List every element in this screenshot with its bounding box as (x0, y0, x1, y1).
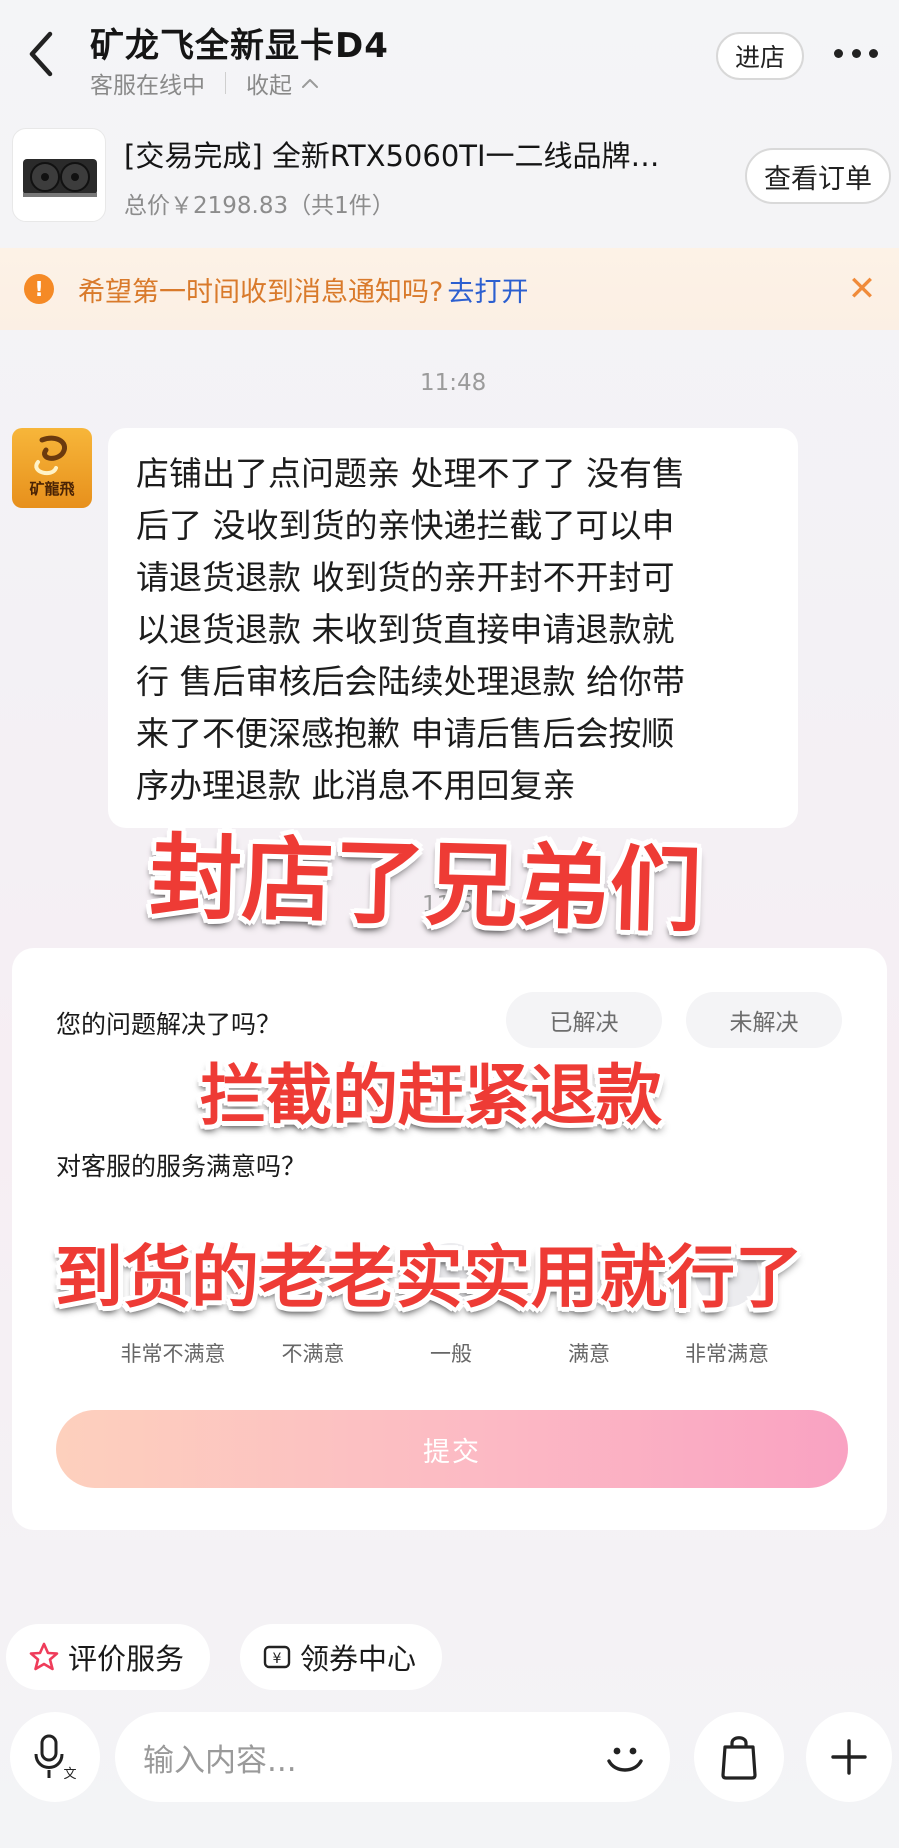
message-line: 行 售后审核后会陆续处理退款 给你带 (136, 662, 685, 701)
smiley-icon (607, 1747, 643, 1772)
more-icon[interactable] (834, 46, 878, 60)
unresolved-button[interactable]: 未解决 (686, 992, 842, 1048)
coupon-icon: ¥ (263, 1645, 291, 1669)
service-status: 客服在线中 (90, 73, 205, 99)
order-price: 总价￥2198.83（共1件） (124, 193, 395, 219)
shop-avatar[interactable]: 矿龍飛 (12, 428, 92, 508)
message-time: 11:48 (420, 370, 487, 396)
resolved-button[interactable]: 已解决 (506, 992, 662, 1048)
message-line: 店铺出了点问题亲 处理不了了 没有售 (136, 454, 685, 493)
message-line: 后了 没收到货的亲快递拦截了可以申 (136, 506, 675, 545)
notice-text: 希望第一时间收到消息通知吗? 去打开 (78, 270, 528, 309)
star-icon (29, 1642, 59, 1671)
question-satisfaction: 对客服的服务满意吗？ (56, 1152, 307, 1181)
close-icon[interactable]: ✕ (843, 270, 881, 308)
review-service-label: 评价服务 (68, 1642, 185, 1676)
input-placeholder: 输入内容... (143, 1742, 297, 1779)
gpu-image-icon (23, 159, 97, 197)
dragon-logo-icon: 矿龍飛 (29, 435, 75, 498)
review-service-chip[interactable]: 评价服务 (6, 1624, 211, 1690)
svg-text:文: 文 (63, 1767, 76, 1782)
enable-notifications-link[interactable]: 去打开 (447, 277, 528, 308)
svg-text:¥: ¥ (273, 1651, 282, 1667)
product-thumbnail[interactable] (12, 128, 106, 222)
order-title[interactable]: [交易完成] 全新RTX5060TI一二线品牌… (124, 133, 714, 175)
rating-label: 非常不满意 (120, 1342, 226, 1366)
microphone-icon: 文 (34, 1734, 77, 1782)
back-arrow-icon (29, 31, 53, 77)
shop-title: 矿龙飞全新显卡D4 (90, 26, 389, 66)
voice-input-button[interactable]: 文 (10, 1712, 100, 1802)
rating-label: 不满意 (281, 1342, 345, 1366)
question-resolved: 您的问题解决了吗？ (56, 1010, 282, 1039)
overlay-caption-1: 封店了兄弟们 (148, 823, 704, 946)
coupon-center-chip[interactable]: ¥ 领券中心 (240, 1624, 443, 1690)
notice-message: 希望第一时间收到消息通知吗? (78, 276, 444, 308)
warning-icon: ! (24, 274, 54, 304)
message-bubble: 店铺出了点问题亲 处理不了了 没有售 后了 没收到货的亲快递拦截了可以申 请退货… (108, 428, 798, 828)
overlay-caption-2: 拦截的赶紧退款 (200, 1057, 662, 1134)
collapse-label: 收起 (246, 73, 292, 99)
avatar-label: 矿龍飛 (29, 480, 74, 498)
message-line: 请退货退款 收到货的亲开封不开封可 (136, 558, 675, 597)
overlay-caption-3: 到货的老老实实用就行了 (55, 1239, 804, 1318)
plus-icon (831, 1739, 867, 1775)
chevron-up-icon (302, 79, 318, 88)
more-actions-button[interactable] (806, 1712, 892, 1802)
emoji-button[interactable] (580, 1712, 670, 1802)
shopping-bag-icon (721, 1736, 757, 1780)
shop-subtitle: 客服在线中 收起 (90, 66, 320, 100)
back-button[interactable] (22, 28, 62, 80)
rating-label: 非常满意 (685, 1342, 769, 1366)
submit-button[interactable]: 提交 (56, 1410, 848, 1488)
collapse-toggle[interactable]: 收起 (246, 66, 320, 100)
view-order-button[interactable]: 查看订单 (745, 148, 891, 204)
message-line: 以退货退款 未收到货直接申请退款就 (136, 610, 675, 649)
message-text: 店铺出了点问题亲 处理不了了 没有售 后了 没收到货的亲快递拦截了可以申 请退货… (136, 448, 770, 812)
divider (225, 72, 226, 94)
coupon-center-label: 领券中心 (300, 1642, 417, 1676)
enter-store-button[interactable]: 进店 (716, 32, 804, 80)
rating-label: 一般 (430, 1342, 472, 1366)
notification-banner: ! 希望第一时间收到消息通知吗? 去打开 ✕ (0, 248, 899, 330)
shopping-bag-button[interactable] (694, 1712, 784, 1802)
rating-label: 满意 (568, 1342, 610, 1366)
message-line: 来了不便深感抱歉 申请后售后会按顺 (136, 714, 675, 753)
